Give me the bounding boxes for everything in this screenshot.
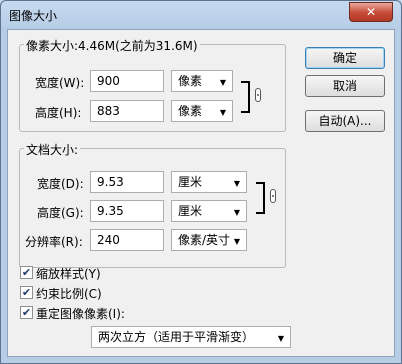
pixel-dimensions-title: 像素大小:4.46M(之前为31.6M): [24, 37, 200, 54]
pixel-height-label: 高度(H):: [35, 106, 82, 120]
image-size-dialog: 图像大小 ✕ 像素大小:4.46M(之前为31.6M) 宽度(W): 900 像…: [0, 0, 402, 364]
title-bar: 图像大小 ✕: [1, 1, 401, 29]
resample-image-checkbox[interactable]: ✔: [20, 306, 33, 319]
chevron-down-icon: ▼: [219, 108, 226, 117]
resolution-input[interactable]: 240: [90, 229, 164, 251]
chevron-down-icon: ▼: [233, 179, 240, 188]
doc-constrain-bracket: [256, 182, 265, 214]
checkmark-icon: ✔: [21, 306, 32, 319]
pixel-width-input[interactable]: 900: [90, 70, 164, 92]
doc-height-label: 高度(G):: [37, 206, 84, 220]
constrain-proportions-checkbox[interactable]: ✔: [20, 286, 33, 299]
pixel-width-label: 宽度(W):: [35, 76, 85, 90]
constrain-proportions-label[interactable]: 约束比例(C): [36, 285, 102, 302]
cancel-button[interactable]: 取消: [305, 75, 385, 97]
pixel-width-unit-value: 像素: [178, 74, 203, 88]
auto-button[interactable]: 自动(A)...: [305, 110, 385, 132]
close-icon: ✕: [365, 5, 377, 19]
doc-width-unit-value: 厘米: [178, 175, 203, 189]
resolution-unit-value: 像素/英寸: [178, 233, 231, 247]
resample-method-select[interactable]: 两次立方（适用于平滑渐变） ▼: [91, 326, 291, 348]
resolution-label: 分辨率(R):: [25, 235, 83, 249]
close-button[interactable]: ✕: [349, 2, 393, 22]
checkmark-icon: ✔: [21, 266, 32, 279]
resample-image-label[interactable]: 重定图像像素(I):: [36, 305, 125, 322]
chevron-down-icon: ▼: [219, 78, 226, 87]
pixel-height-input[interactable]: 883: [90, 100, 164, 122]
dialog-body: 像素大小:4.46M(之前为31.6M) 宽度(W): 900 像素 ▼ 高度(…: [7, 29, 395, 357]
scale-styles-label[interactable]: 缩放样式(Y): [36, 265, 101, 282]
document-size-title: 文档大小:: [24, 141, 81, 158]
doc-height-input[interactable]: 9.35: [90, 200, 164, 222]
chevron-down-icon: ▼: [233, 237, 240, 246]
chevron-down-icon: ▼: [277, 334, 284, 343]
pixel-width-unit-select[interactable]: 像素 ▼: [171, 70, 233, 92]
resolution-unit-select[interactable]: 像素/英寸 ▼: [171, 229, 247, 251]
chain-link-icon: [255, 88, 261, 102]
doc-width-label: 宽度(D):: [37, 177, 84, 191]
doc-width-input[interactable]: 9.53: [90, 171, 164, 193]
chain-link-icon: [270, 189, 276, 203]
scale-styles-checkbox[interactable]: ✔: [20, 266, 33, 279]
doc-height-unit-select[interactable]: 厘米 ▼: [171, 200, 247, 222]
doc-width-unit-select[interactable]: 厘米 ▼: [171, 171, 247, 193]
doc-height-unit-value: 厘米: [178, 204, 203, 218]
chevron-down-icon: ▼: [233, 208, 240, 217]
resample-method-value: 两次立方（适用于平滑渐变）: [98, 330, 255, 344]
pixel-height-unit-select[interactable]: 像素 ▼: [171, 100, 233, 122]
pixel-height-unit-value: 像素: [178, 104, 203, 118]
ok-button[interactable]: 确定: [305, 47, 385, 69]
checkmark-icon: ✔: [21, 286, 32, 299]
pixel-constrain-bracket: [241, 81, 250, 113]
dialog-title: 图像大小: [9, 9, 58, 23]
